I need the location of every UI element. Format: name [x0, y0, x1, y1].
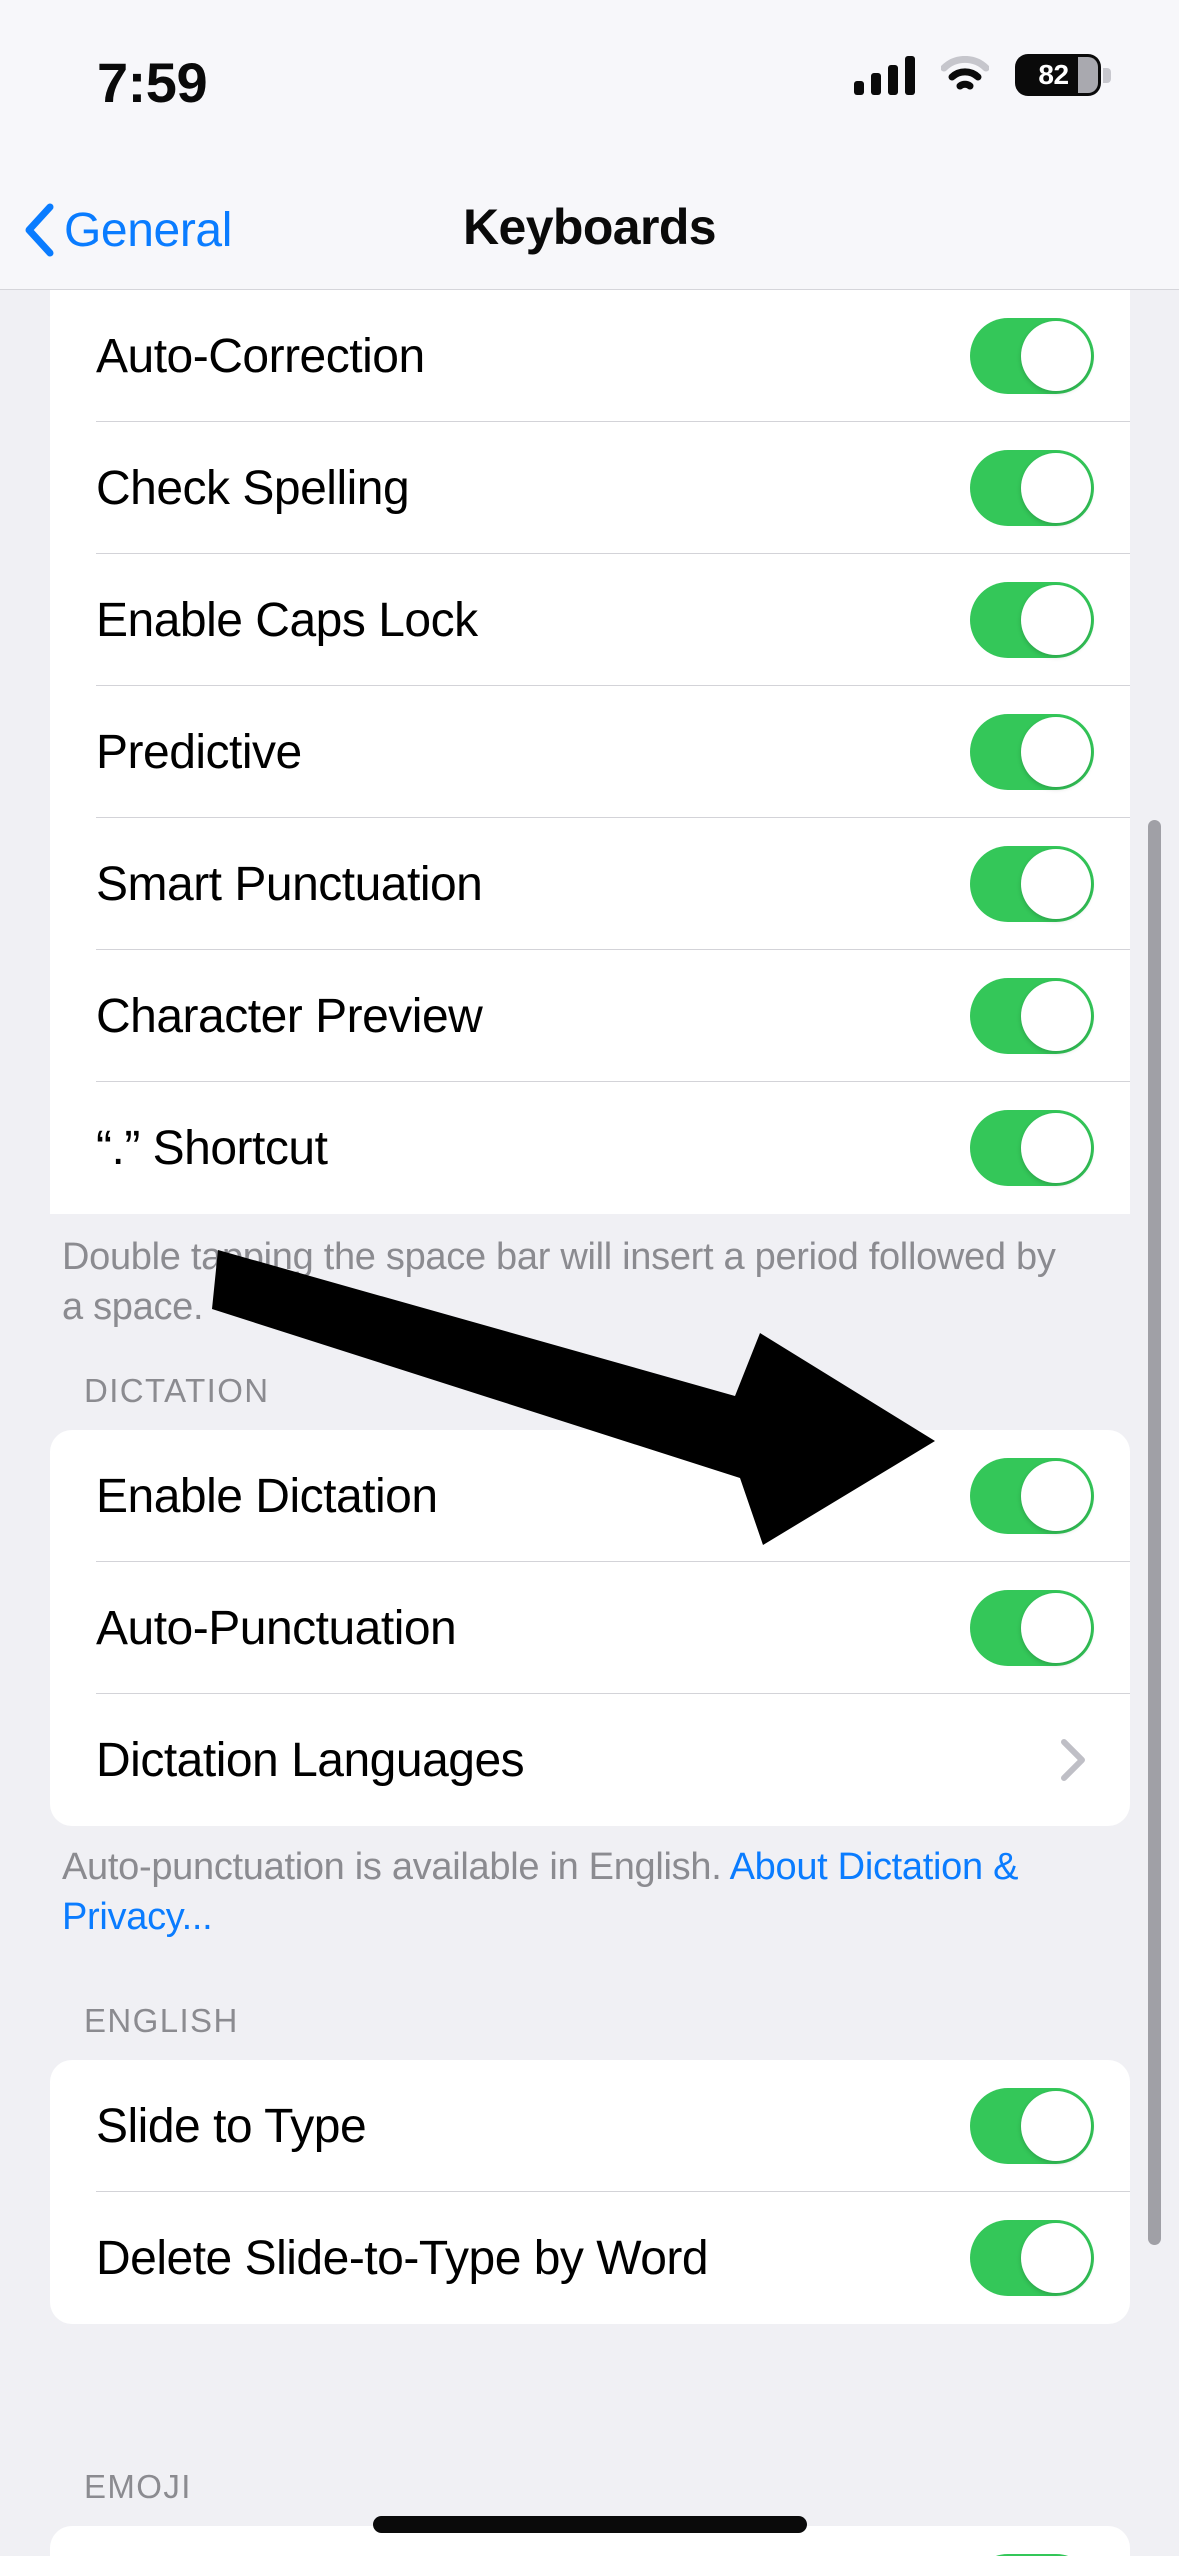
- battery-fill: [1078, 57, 1098, 93]
- toggle-character-preview[interactable]: [970, 978, 1094, 1054]
- row-dictation-languages[interactable]: Dictation Languages: [50, 1694, 1130, 1826]
- nav-hairline: [0, 289, 1179, 290]
- row-auto-correction[interactable]: Auto-Correction: [50, 290, 1130, 422]
- row-label: Auto-Correction: [96, 329, 970, 384]
- chevron-right-icon: [1060, 1738, 1086, 1782]
- toggle-knob: [1021, 1113, 1091, 1183]
- toggle-delete-slide-to-type-by-word[interactable]: [970, 2220, 1094, 2296]
- status-bar-indicators: 82: [854, 54, 1101, 96]
- row-label: Enable Caps Lock: [96, 593, 970, 648]
- settings-scroll-view[interactable]: Auto-Correction Check Spelling Enable Ca…: [0, 290, 1179, 2556]
- toggle-knob: [1021, 981, 1091, 1051]
- toggle-knob: [1021, 2223, 1091, 2293]
- keyboard-group-footer: Double tapping the space bar will insert…: [62, 1232, 1082, 1332]
- toggle-period-shortcut[interactable]: [970, 1110, 1094, 1186]
- toggle-check-spelling[interactable]: [970, 450, 1094, 526]
- home-indicator: [373, 2516, 807, 2533]
- toggle-knob: [1021, 717, 1091, 787]
- dictation-footer-text: Auto-punctuation is available in English…: [62, 1846, 730, 1888]
- row-character-preview[interactable]: Character Preview: [50, 950, 1130, 1082]
- row-label: Slide to Type: [96, 2099, 970, 2154]
- dictation-group: Enable Dictation Auto-Punctuation Dictat…: [50, 1430, 1130, 1826]
- page-title: Keyboards: [0, 198, 1179, 256]
- iphone-screen: Auto-Correction Check Spelling Enable Ca…: [0, 0, 1179, 2556]
- row-label: Character Preview: [96, 989, 970, 1044]
- keyboard-settings-group: Auto-Correction Check Spelling Enable Ca…: [50, 290, 1130, 1214]
- row-auto-punctuation[interactable]: Auto-Punctuation: [50, 1562, 1130, 1694]
- toggle-knob: [1021, 849, 1091, 919]
- section-header-dictation: DICTATION: [84, 1372, 270, 1410]
- row-label: Smart Punctuation: [96, 857, 970, 912]
- row-smart-punctuation[interactable]: Smart Punctuation: [50, 818, 1130, 950]
- battery-cap: [1103, 68, 1111, 83]
- row-label: Predictive: [96, 725, 970, 780]
- vertical-scrollbar[interactable]: [1148, 820, 1161, 2245]
- row-label: Dictation Languages: [96, 1733, 1060, 1788]
- english-group: Slide to Type Delete Slide-to-Type by Wo…: [50, 2060, 1130, 2324]
- battery-icon: 82: [1015, 54, 1101, 96]
- section-header-english: ENGLISH: [84, 2002, 239, 2040]
- row-enable-caps-lock[interactable]: Enable Caps Lock: [50, 554, 1130, 686]
- toggle-knob: [1021, 585, 1091, 655]
- toggle-enable-caps-lock[interactable]: [970, 582, 1094, 658]
- wifi-icon: [941, 56, 989, 94]
- toggle-smart-punctuation[interactable]: [970, 846, 1094, 922]
- row-check-spelling[interactable]: Check Spelling: [50, 422, 1130, 554]
- row-predictive[interactable]: Predictive: [50, 686, 1130, 818]
- dictation-group-footer: Auto-punctuation is available in English…: [62, 1842, 1082, 1942]
- navigation-bar: General Keyboards: [0, 170, 1179, 290]
- toggle-knob: [1021, 2091, 1091, 2161]
- row-enable-dictation[interactable]: Enable Dictation: [50, 1430, 1130, 1562]
- row-label: “.” Shortcut: [96, 1121, 970, 1176]
- row-label: Auto-Punctuation: [96, 1601, 970, 1656]
- toggle-enable-dictation[interactable]: [970, 1458, 1094, 1534]
- toggle-auto-punctuation[interactable]: [970, 1590, 1094, 1666]
- row-slide-to-type[interactable]: Slide to Type: [50, 2060, 1130, 2192]
- toggle-predictive[interactable]: [970, 714, 1094, 790]
- toggle-knob: [1021, 1461, 1091, 1531]
- row-period-shortcut[interactable]: “.” Shortcut: [50, 1082, 1130, 1214]
- row-label: Check Spelling: [96, 461, 970, 516]
- toggle-slide-to-type[interactable]: [970, 2088, 1094, 2164]
- toggle-knob: [1021, 1593, 1091, 1663]
- row-label: Delete Slide-to-Type by Word: [96, 2231, 970, 2286]
- toggle-knob: [1021, 453, 1091, 523]
- row-delete-slide-to-type-by-word[interactable]: Delete Slide-to-Type by Word: [50, 2192, 1130, 2324]
- toggle-auto-correction[interactable]: [970, 318, 1094, 394]
- row-label: Enable Dictation: [96, 1469, 970, 1524]
- status-bar-time: 7:59: [97, 50, 307, 115]
- toggle-knob: [1021, 321, 1091, 391]
- status-bar: 7:59 82: [0, 0, 1179, 170]
- section-header-emoji: EMOJI: [84, 2468, 192, 2506]
- battery-percent-label: 82: [1038, 59, 1068, 91]
- cellular-bars-icon: [854, 55, 915, 95]
